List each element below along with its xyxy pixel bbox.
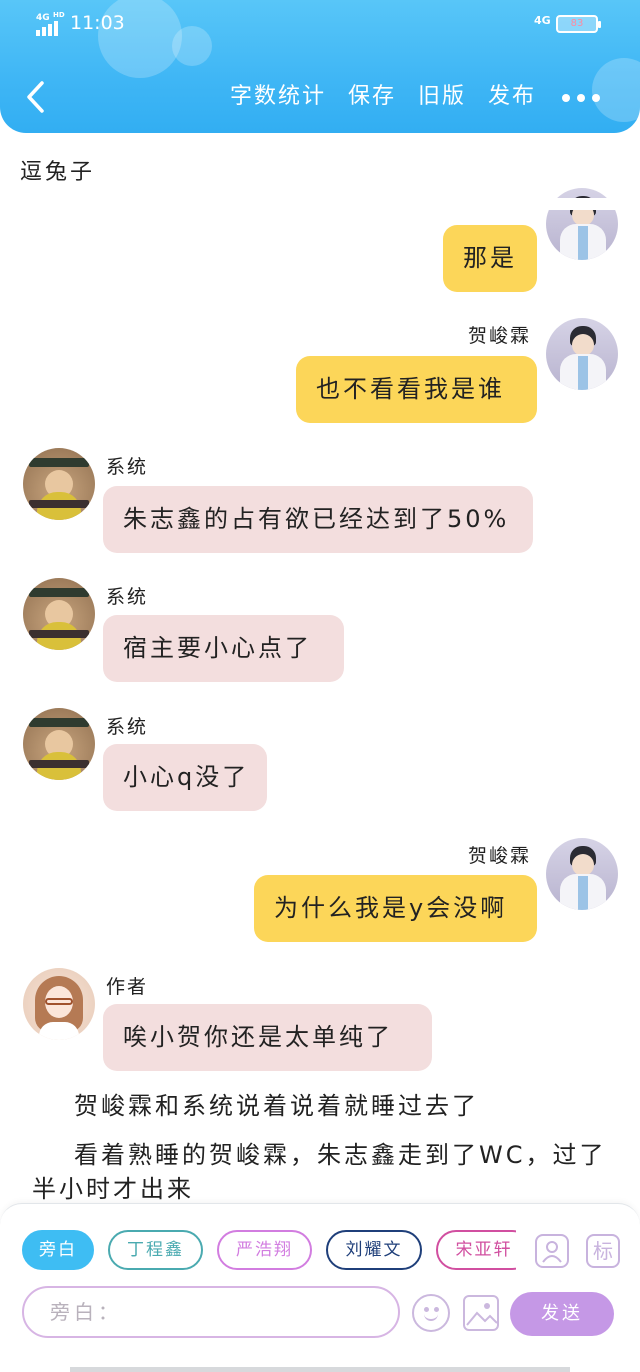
sender-name: 系统 [106,716,149,738]
document-title: 逗兔子 [20,160,96,185]
role-chip[interactable]: 严浩翔 [217,1230,312,1270]
more-icon[interactable] [562,94,600,104]
role-chip-narrator[interactable]: 旁白 [22,1230,94,1270]
chat-bubble[interactable]: 也不看看我是谁 [296,356,537,423]
chat-bubble[interactable]: 小心q没了 [103,744,267,811]
signal-icon: 4G HD [36,11,65,36]
sender-name: 系统 [106,586,149,608]
role-chip[interactable]: 刘耀文 [326,1230,422,1270]
chat-bubble[interactable]: 唉小贺你还是太单纯了 [103,1004,432,1071]
image-icon[interactable] [463,1295,499,1331]
save-button[interactable]: 保存 [348,80,396,114]
top-bar: 4G HD 11:03 4G 83 字数统计 保存 旧版 发布 [0,0,640,133]
editor-nav: 字数统计 保存 旧版 发布 [0,70,640,130]
person-icon[interactable] [535,1234,569,1268]
role-selector: 旁白 丁程鑫 严浩翔 刘耀文 宋亚轩 [22,1230,516,1272]
sender-name: 系统 [106,456,149,478]
avatar[interactable] [546,838,618,910]
nav-menu: 字数统计 保存 旧版 发布 [230,80,536,114]
chat-bubble[interactable]: 朱志鑫的占有欲已经达到了50% [103,486,533,553]
emoji-icon[interactable] [412,1294,450,1332]
avatar[interactable] [23,578,95,650]
avatar[interactable] [546,318,618,390]
word-count-button[interactable]: 字数统计 [230,80,326,114]
hd-indicator: HD [53,11,65,19]
clock: 11:03 [70,12,125,34]
sender-name: 贺峻霖 [468,845,532,867]
sender-name: 作者 [106,976,149,998]
chat-bubble[interactable]: 为什么我是y会没啊 [254,875,537,942]
composer-panel: 旁白 丁程鑫 严浩翔 刘耀文 宋亚轩 标 旁白： 发送 [0,1203,640,1372]
publish-button[interactable]: 发布 [488,80,536,114]
avatar[interactable] [23,968,95,1040]
role-chip[interactable]: 宋亚轩 [436,1230,516,1270]
chat-bubble[interactable]: 那是 [443,225,537,292]
chat-bubble[interactable]: 宿主要小心点了 [103,615,344,682]
network-type-right: 4G [534,14,551,27]
back-icon[interactable] [24,80,48,114]
narration-paragraph: 看着熟睡的贺峻霖，朱志鑫走到了WC，过了半小时才出来 [32,1141,607,1203]
avatar[interactable] [23,448,95,520]
role-chip[interactable]: 丁程鑫 [108,1230,203,1270]
avatar[interactable] [23,708,95,780]
tag-icon[interactable]: 标 [586,1234,620,1268]
status-bar: 4G HD 11:03 4G 83 [0,0,640,48]
battery-icon: 83 [556,15,601,33]
narration-paragraph: 贺峻霖和系统说着说着就睡过去了 [74,1092,479,1120]
send-button[interactable]: 发送 [510,1292,614,1336]
sender-name: 贺峻霖 [468,325,532,347]
scroll-edge [0,198,640,210]
bottom-strip [70,1367,570,1372]
network-type: 4G [36,13,50,23]
old-version-button[interactable]: 旧版 [418,80,466,114]
message-input[interactable]: 旁白： [22,1286,400,1338]
